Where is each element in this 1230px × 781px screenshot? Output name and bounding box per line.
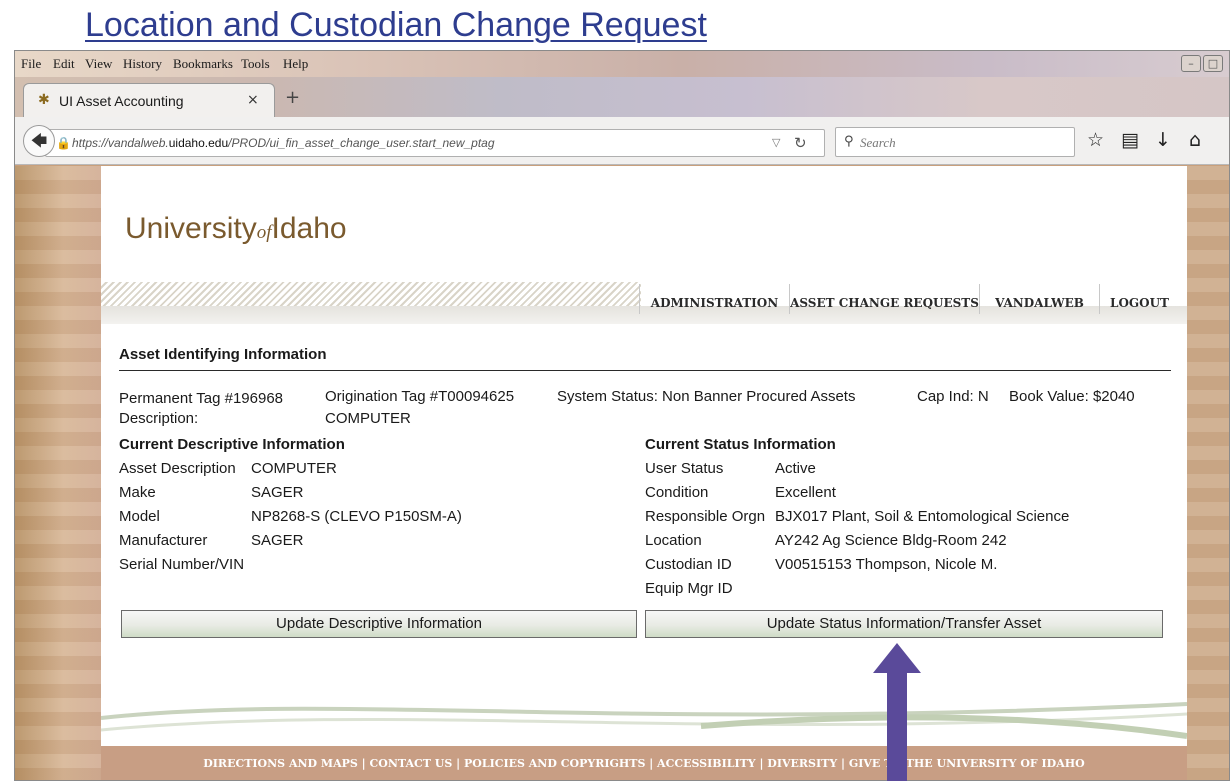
desc-label-serial: Serial Number/VIN (119, 556, 245, 573)
book-value: Book Value: $2040 (1009, 388, 1135, 405)
status-label-condition: Condition (645, 484, 709, 501)
desc-value-model: NP8268-S (CLEVO P150SM-A) (251, 508, 462, 525)
university-logo[interactable]: UniversityofIdaho (125, 212, 347, 246)
page-heading: Location and Custodian Change Request (85, 6, 707, 44)
status-value-location: AY242 Ag Science Bldg-Room 242 (775, 532, 1007, 549)
desc-value-asset-description: COMPUTER (251, 460, 337, 477)
nav-asset-change-requests[interactable]: ASSET CHANGE REQUESTS (789, 284, 979, 314)
search-icon: ⚲ (844, 134, 854, 149)
search-input[interactable]: ⚲ Search (835, 127, 1075, 157)
permanent-tag: Permanent Tag #196968 (119, 390, 284, 407)
origination-tag: Origination Tag #T00094625 (325, 388, 515, 405)
status-value-custodian-id: V00515153 Thompson, Nicole M. (775, 556, 998, 573)
minimize-icon[interactable]: – (1181, 55, 1201, 72)
description-label: Description: (119, 410, 199, 427)
status-value-user-status: Active (775, 460, 816, 477)
maximize-icon[interactable]: □ (1203, 55, 1223, 72)
status-value-condition: Excellent (775, 484, 836, 501)
system-status: System Status: Non Banner Procured Asset… (557, 388, 856, 405)
desc-value-make: SAGER (251, 484, 304, 501)
menu-history[interactable]: History (123, 56, 162, 72)
home-icon[interactable]: ⌂ (1189, 129, 1201, 151)
desc-label-model: Model (119, 508, 160, 525)
status-label-custodian-id: Custodian ID (645, 556, 732, 573)
bookmark-star-icon[interactable]: ☆ (1087, 129, 1104, 151)
browser-content: UniversityofIdaho ADMINISTRATION ASSET C… (15, 166, 1229, 780)
lock-icon: 🔒 (56, 136, 71, 150)
nav-vandalweb[interactable]: VANDALWEB (979, 284, 1099, 314)
annotation-arrow-icon (873, 643, 921, 781)
tab-title: UI Asset Accounting (59, 93, 184, 109)
dropdown-icon[interactable]: ▽ (772, 136, 780, 149)
navigation-bar: 🔒 https://vandalweb.uidaho.edu/PROD/ui_f… (15, 117, 1229, 165)
back-button[interactable]: 🡄 (23, 125, 55, 157)
footer-links[interactable]: DIRECTIONS AND MAPS | CONTACT US | POLIC… (101, 746, 1187, 780)
back-arrow-icon: 🡄 (30, 131, 48, 150)
description-value: COMPUTER (325, 410, 411, 427)
status-heading: Current Status Information (645, 436, 836, 453)
web-page: UniversityofIdaho ADMINISTRATION ASSET C… (101, 166, 1187, 780)
update-status-button[interactable]: Update Status Information/Transfer Asset (645, 610, 1163, 638)
tab-bar: ✱ UI Asset Accounting × + (15, 77, 1229, 117)
cap-ind: Cap Ind: N (917, 388, 989, 405)
menu-file[interactable]: File (21, 56, 41, 72)
nav-administration[interactable]: ADMINISTRATION (639, 284, 789, 314)
menu-help[interactable]: Help (283, 56, 308, 72)
url-bar[interactable]: 🔒 https://vandalweb.uidaho.edu/PROD/ui_f… (45, 129, 825, 157)
update-descriptive-button[interactable]: Update Descriptive Information (121, 610, 637, 638)
tab-ui-asset-accounting[interactable]: ✱ UI Asset Accounting × (23, 83, 275, 117)
reading-list-icon[interactable]: ▤ (1121, 129, 1139, 151)
descriptive-heading: Current Descriptive Information (119, 436, 345, 453)
status-value-responsible-orgn: BJX017 Plant, Soil & Entomological Scien… (775, 508, 1070, 525)
section-title: Asset Identifying Information (119, 346, 327, 363)
new-tab-icon[interactable]: + (285, 87, 300, 108)
menu-view[interactable]: View (85, 56, 112, 72)
reload-icon[interactable]: ↻ (794, 134, 807, 152)
desc-label-manufacturer: Manufacturer (119, 532, 208, 549)
desc-label-make: Make (119, 484, 156, 501)
status-label-equip-mgr-id: Equip Mgr ID (645, 580, 733, 597)
menu-bookmarks[interactable]: Bookmarks (173, 56, 233, 72)
browser-window: File Edit View History Bookmarks Tools H… (14, 50, 1230, 781)
menu-bar: File Edit View History Bookmarks Tools H… (15, 51, 1229, 77)
menu-tools[interactable]: Tools (241, 56, 270, 72)
url-text[interactable]: https://vandalweb.uidaho.edu/PROD/ui_fin… (72, 136, 495, 150)
status-label-responsible-orgn: Responsible Orgn (645, 508, 766, 525)
menu-edit[interactable]: Edit (53, 56, 75, 72)
desc-label-asset-description: Asset Description (119, 460, 236, 477)
status-label-user-status: User Status (645, 460, 724, 477)
search-placeholder: Search (860, 135, 896, 150)
site-favicon-icon: ✱ (38, 92, 50, 108)
close-icon[interactable]: × (247, 92, 259, 108)
header-pattern (101, 282, 641, 308)
download-icon[interactable]: ↓ (1155, 129, 1171, 151)
status-label-location: Location (645, 532, 702, 549)
desc-value-manufacturer: SAGER (251, 532, 304, 549)
divider (119, 370, 1171, 371)
nav-logout[interactable]: LOGOUT (1099, 284, 1179, 314)
